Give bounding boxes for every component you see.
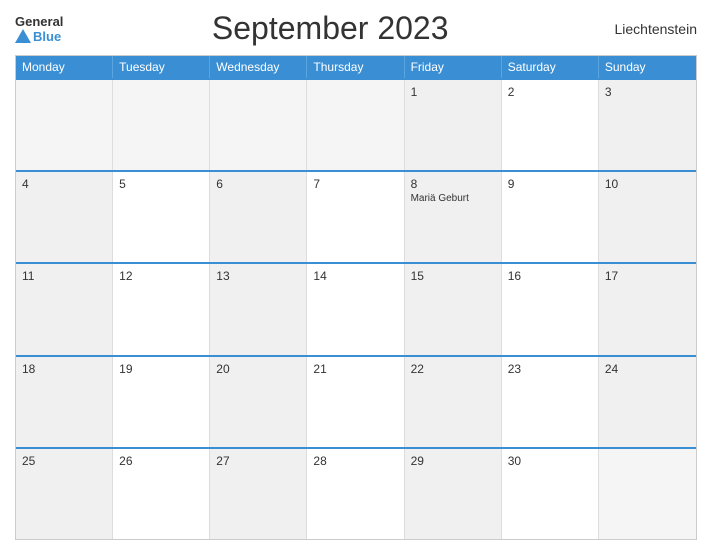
day-cell [599,449,696,539]
day-cell [16,80,113,170]
day-cell: 28 [307,449,404,539]
day-number: 4 [22,177,106,191]
day-cell: 5 [113,172,210,262]
day-cell: 6 [210,172,307,262]
day-cell: 11 [16,264,113,354]
day-cell: 19 [113,357,210,447]
day-number: 2 [508,85,592,99]
day-number: 14 [313,269,397,283]
day-cell: 18 [16,357,113,447]
day-cell: 14 [307,264,404,354]
day-number: 17 [605,269,690,283]
day-cell: 25 [16,449,113,539]
day-number: 13 [216,269,300,283]
day-number: 23 [508,362,592,376]
day-number: 27 [216,454,300,468]
day-cell: 30 [502,449,599,539]
day-cell: 20 [210,357,307,447]
day-header-friday: Friday [405,56,502,78]
day-headers-row: MondayTuesdayWednesdayThursdayFridaySatu… [16,56,696,78]
day-number: 20 [216,362,300,376]
day-number: 15 [411,269,495,283]
day-number: 12 [119,269,203,283]
day-number: 5 [119,177,203,191]
day-cell: 4 [16,172,113,262]
day-number: 29 [411,454,495,468]
day-cell: 8 Mariä Geburt [405,172,502,262]
day-number: 16 [508,269,592,283]
day-number: 6 [216,177,300,191]
day-header-sunday: Sunday [599,56,696,78]
event-label: Mariä Geburt [411,193,495,204]
day-cell: 21 [307,357,404,447]
day-cell: 17 [599,264,696,354]
day-header-saturday: Saturday [502,56,599,78]
day-cell: 22 [405,357,502,447]
day-number: 9 [508,177,592,191]
day-header-monday: Monday [16,56,113,78]
day-number: 26 [119,454,203,468]
day-header-wednesday: Wednesday [210,56,307,78]
day-cell: 13 [210,264,307,354]
day-header-tuesday: Tuesday [113,56,210,78]
logo-triangle-icon [15,29,31,43]
day-cell: 12 [113,264,210,354]
day-number: 7 [313,177,397,191]
week-row-0: 123 [16,78,696,170]
calendar-header: General Blue September 2023 Liechtenstei… [15,10,697,47]
day-cell [113,80,210,170]
logo-blue-text: Blue [33,29,61,44]
day-number: 22 [411,362,495,376]
day-cell: 29 [405,449,502,539]
week-row-3: 18 19 20 21 22 23 24 [16,355,696,447]
day-cell: 7 [307,172,404,262]
day-number: 10 [605,177,690,191]
calendar-grid: MondayTuesdayWednesdayThursdayFridaySatu… [15,55,697,540]
day-cell: 9 [502,172,599,262]
day-cell: 1 [405,80,502,170]
week-row-2: 11 12 13 14 15 16 17 [16,262,696,354]
day-cell [210,80,307,170]
day-number: 28 [313,454,397,468]
day-cell: 3 [599,80,696,170]
day-cell: 10 [599,172,696,262]
day-cell: 27 [210,449,307,539]
day-cell: 26 [113,449,210,539]
day-number: 25 [22,454,106,468]
day-number: 19 [119,362,203,376]
weeks-container: 12345678Mariä Geburt91011121314151617181… [16,78,696,539]
day-cell: 23 [502,357,599,447]
day-header-thursday: Thursday [307,56,404,78]
logo-blue-row: Blue [15,29,61,44]
week-row-1: 45678 Mariä Geburt 9 10 [16,170,696,262]
day-cell: 16 [502,264,599,354]
day-cell: 2 [502,80,599,170]
day-number: 11 [22,269,106,283]
day-cell: 24 [599,357,696,447]
logo: General Blue [15,14,63,44]
day-number: 21 [313,362,397,376]
calendar-container: General Blue September 2023 Liechtenstei… [0,0,712,550]
week-row-4: 25 26 27 28 29 30 [16,447,696,539]
day-cell [307,80,404,170]
day-number: 1 [411,85,495,99]
day-cell: 15 [405,264,502,354]
day-number: 18 [22,362,106,376]
logo-general-text: General [15,14,63,29]
day-number: 24 [605,362,690,376]
day-number: 3 [605,85,690,99]
day-number: 30 [508,454,592,468]
country-label: Liechtenstein [597,21,697,37]
day-number: 8 [411,177,495,191]
calendar-title: September 2023 [63,10,597,47]
